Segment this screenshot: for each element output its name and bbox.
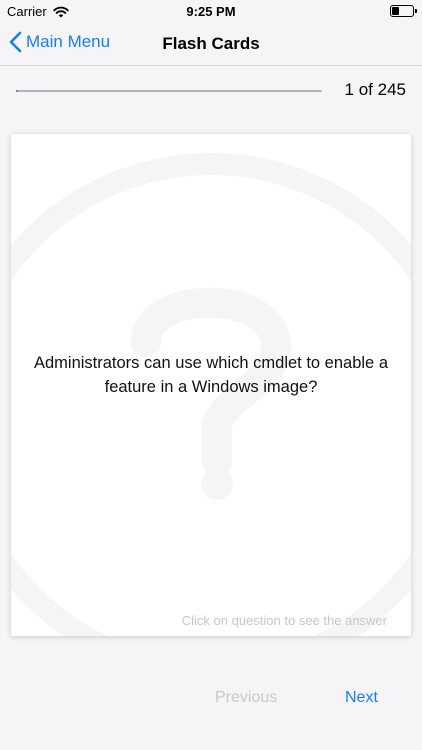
previous-button[interactable]: Previous [215, 689, 277, 707]
battery-fill [392, 7, 399, 15]
flash-card[interactable]: Administrators can use which cmdlet to e… [11, 134, 411, 636]
next-button[interactable]: Next [345, 689, 378, 707]
progress-bar-fill [16, 90, 19, 92]
battery-icon [390, 5, 417, 17]
status-right [390, 4, 417, 17]
page-title: Flash Cards [162, 34, 260, 53]
progress-bar [16, 90, 322, 92]
progress-count: 1 of 245 [344, 80, 406, 99]
nav-bar: Main Menu Flash Cards [0, 22, 422, 66]
progress-row: 1 of 245 [0, 66, 422, 116]
flash-cards-screen: Carrier 9:25 PM Main Menu Flash Cards 1 … [0, 0, 422, 750]
status-bar: Carrier 9:25 PM [0, 0, 422, 22]
card-hint: Click on question to see the answer [181, 613, 387, 628]
card-question: Administrators can use which cmdlet to e… [33, 354, 388, 396]
status-time: 9:25 PM [186, 4, 236, 19]
